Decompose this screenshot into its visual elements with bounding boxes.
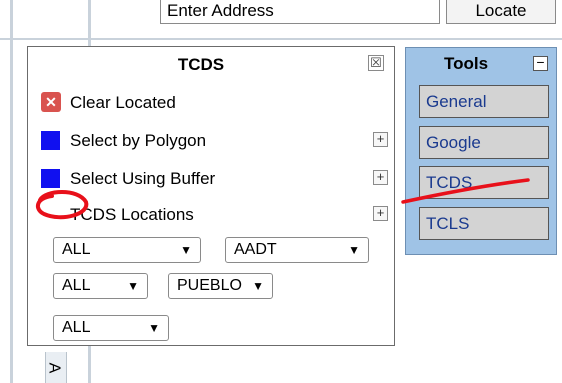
item-label: TCDS Locations: [70, 205, 194, 224]
select-value: PUEBLO: [177, 277, 242, 294]
tool-tcds-button[interactable]: TCDS: [419, 166, 549, 199]
chevron-down-icon: ▼: [127, 279, 139, 293]
filter-select-2[interactable]: AADT ▼: [225, 237, 369, 263]
grid-line: [0, 38, 562, 40]
chevron-down-icon: ▼: [148, 321, 160, 335]
tcds-panel: TCDS ☒ ✕ Clear Located Select by Polygon…: [27, 46, 395, 346]
close-icon[interactable]: ☒: [368, 55, 384, 71]
select-value: ALL: [62, 319, 91, 336]
minimize-icon[interactable]: −: [533, 55, 548, 71]
tool-tcls-button[interactable]: TCLS: [419, 207, 549, 240]
select-value: ALL: [62, 241, 91, 258]
item-label: Select by Polygon: [70, 131, 207, 150]
filter-select-1[interactable]: ALL ▼: [53, 237, 201, 263]
side-tab[interactable]: A: [45, 352, 67, 383]
item-label: Clear Located: [70, 93, 176, 112]
grid-line: [10, 0, 13, 383]
tool-google-button[interactable]: Google: [419, 126, 549, 159]
panel-title: TCDS: [177, 55, 225, 74]
expand-icon[interactable]: +: [373, 206, 388, 221]
blue-square-icon: [41, 131, 60, 150]
tools-panel: Tools − General Google TCDS TCLS: [405, 47, 557, 255]
chevron-down-icon: ▼: [252, 279, 264, 293]
close-icon: ✕: [41, 92, 61, 112]
tools-title: Tools: [443, 54, 489, 73]
item-label: Select Using Buffer: [70, 169, 216, 188]
side-tab-label: A: [45, 362, 63, 374]
expand-icon[interactable]: +: [373, 170, 388, 185]
chevron-down-icon: ▼: [180, 243, 192, 257]
filter-select-3[interactable]: ALL ▼: [53, 273, 148, 299]
tcds-locations-item[interactable]: TCDS Locations +: [40, 203, 388, 227]
select-by-polygon-item[interactable]: Select by Polygon +: [40, 129, 388, 153]
locate-button[interactable]: Locate: [446, 0, 556, 24]
select-using-buffer-item[interactable]: Select Using Buffer +: [40, 167, 388, 191]
tool-general-button[interactable]: General: [419, 85, 549, 118]
select-value: ALL: [62, 277, 91, 294]
clear-located-item[interactable]: ✕ Clear Located: [40, 91, 380, 115]
blue-square-icon: [41, 169, 60, 188]
filter-select-4[interactable]: PUEBLO ▼: [168, 273, 273, 299]
select-value: AADT: [234, 241, 277, 258]
filter-select-5[interactable]: ALL ▼: [53, 315, 169, 341]
chevron-down-icon: ▼: [348, 243, 360, 257]
address-input[interactable]: Enter Address: [160, 0, 440, 24]
expand-icon[interactable]: +: [373, 132, 388, 147]
